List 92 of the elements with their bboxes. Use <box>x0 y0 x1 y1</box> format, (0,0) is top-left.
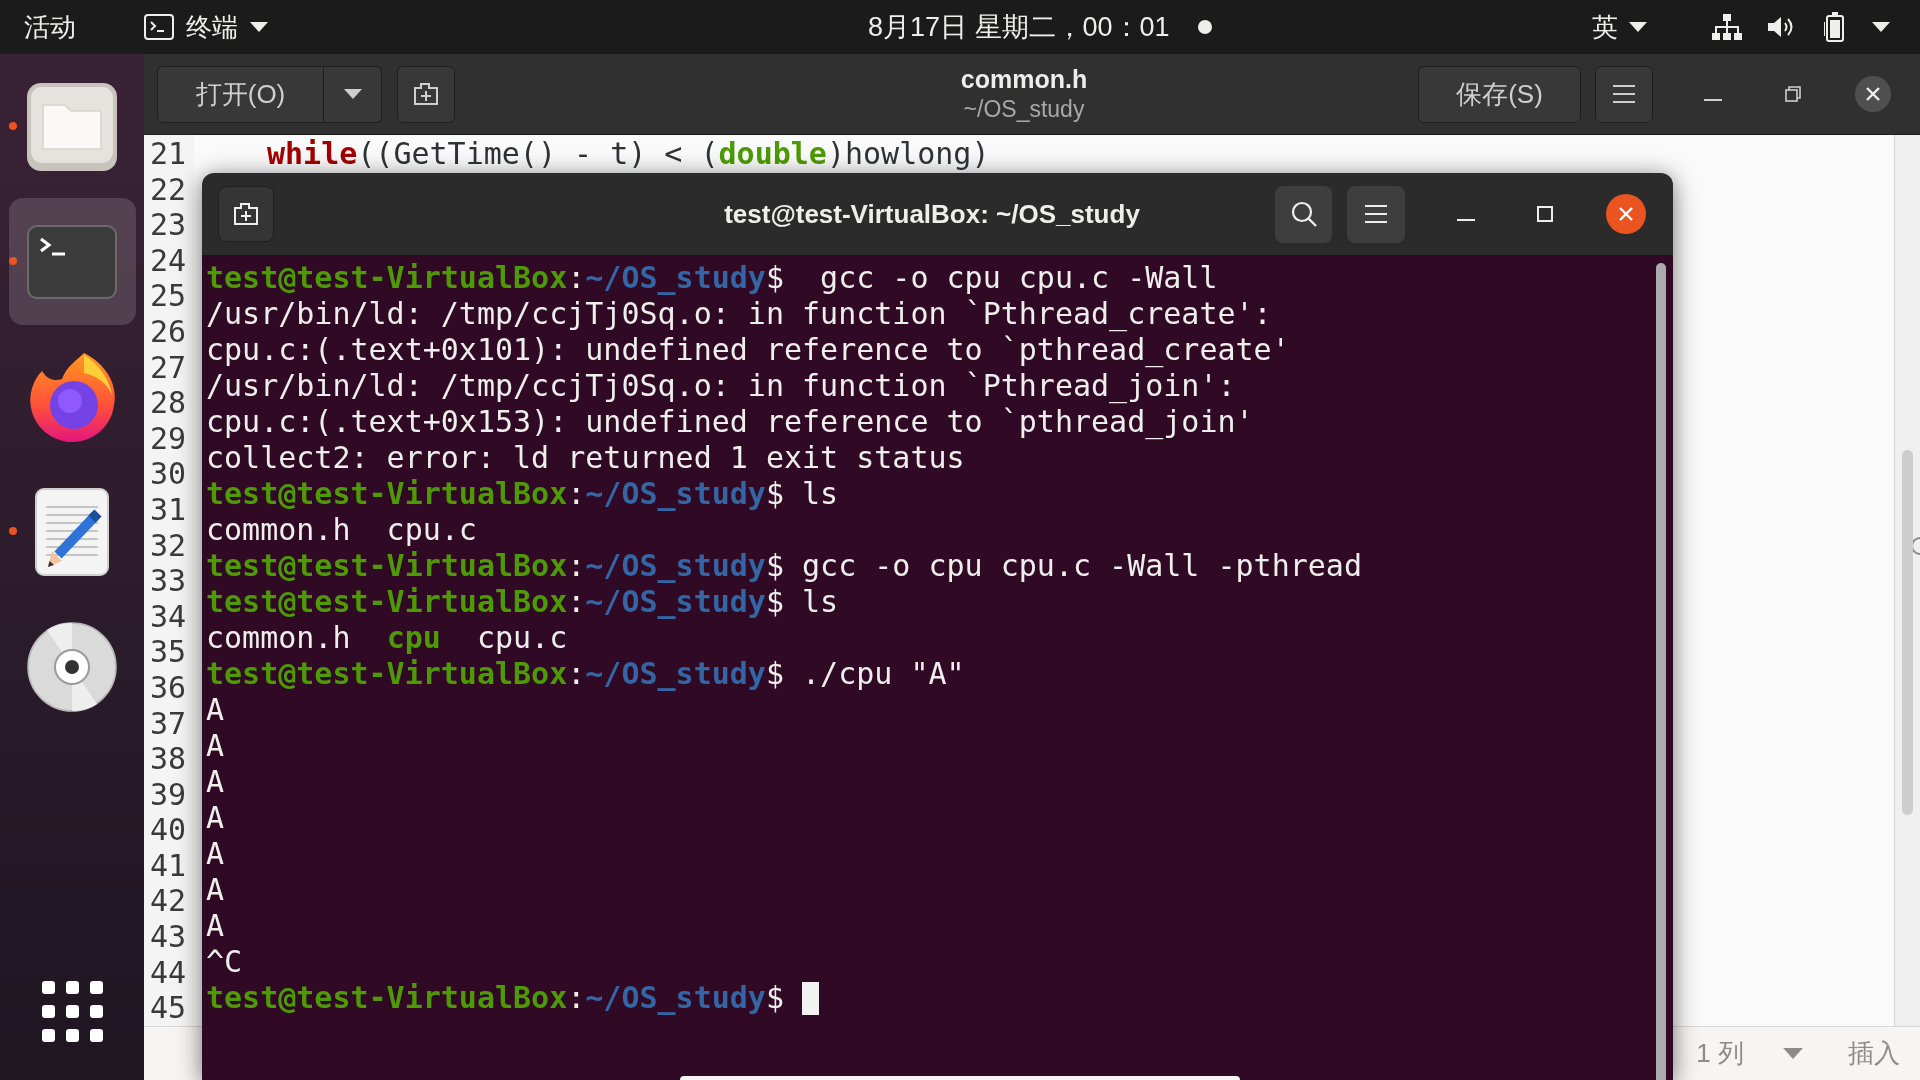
terminal-line: A <box>206 764 225 800</box>
caret-icon <box>1629 22 1647 32</box>
terminal-line: common.h cpu.c <box>206 512 477 548</box>
restore-icon <box>1785 86 1801 102</box>
terminal-line: A <box>206 728 225 764</box>
terminal-line: test@test-VirtualBox:~/OS_study$ ./cpu "A" <box>206 656 965 692</box>
terminal-line: test@test-VirtualBox:~/OS_study$ <box>206 980 784 1016</box>
line-number: 31 <box>148 491 187 528</box>
terminal-line: cpu.c:(.text+0x101): undefined reference to `pthread_create' <box>206 332 1290 368</box>
open-button[interactable]: 打开(O) <box>157 65 324 123</box>
menu-icon <box>1613 85 1635 103</box>
line-number: 34 <box>148 598 187 635</box>
line-number: 39 <box>148 776 187 813</box>
caret-icon <box>343 89 362 99</box>
tab-plus-icon <box>233 202 259 226</box>
open-menu-button[interactable] <box>324 65 382 123</box>
menu-button[interactable] <box>1347 185 1405 243</box>
line-number: 21 <box>148 136 187 172</box>
terminal-line: test@test-VirtualBox:~/OS_study$ gcc -o cpu cpu.c -Wall -pthread <box>206 548 1362 584</box>
caret-icon <box>1872 22 1890 32</box>
terminal-line: A <box>206 836 225 872</box>
disc-icon <box>27 621 117 712</box>
tab-plus-icon <box>413 82 439 106</box>
line-number: 25 <box>148 278 187 314</box>
save-button[interactable]: 保存(S) <box>1418 65 1581 123</box>
input-method-button[interactable]: 英 <box>1586 4 1653 50</box>
line-number: 45 <box>148 990 187 1026</box>
window-title: common.h <box>960 64 1088 94</box>
close-icon <box>1618 206 1634 222</box>
line-number: 29 <box>148 420 187 457</box>
terminal-line: A <box>206 908 225 944</box>
line-number: 42 <box>148 883 187 920</box>
search-button[interactable] <box>1275 185 1332 243</box>
network-icon <box>1712 14 1742 40</box>
line-number: 33 <box>148 563 187 599</box>
line-number: 26 <box>148 313 187 350</box>
terminal-line: A <box>206 692 225 728</box>
scrollbar-thumb[interactable] <box>1656 263 1666 1080</box>
line-number: 43 <box>148 919 187 955</box>
new-tab-button[interactable] <box>218 186 274 242</box>
line-number: 24 <box>148 242 187 279</box>
terminal-line: cpu.c:(.text+0x153): undefined reference to `pthread_join' <box>206 404 1254 440</box>
battery-icon <box>1824 12 1846 42</box>
minimize-icon <box>1704 99 1722 101</box>
grid-icon <box>41 980 103 1042</box>
minimize-icon <box>1457 219 1475 221</box>
terminal-line: common.h cpu cpu.c <box>206 620 568 656</box>
line-number: 44 <box>148 954 187 991</box>
caret-icon <box>250 22 268 32</box>
terminal-line: collect2: error: ld returned 1 exit status <box>206 440 965 476</box>
folder-icon <box>27 82 117 171</box>
line-number: 41 <box>148 847 187 884</box>
code-line: while((GetTime() - t) < (double)howlong) <box>267 136 990 172</box>
line-number: 30 <box>148 456 187 492</box>
terminal-line: test@test-VirtualBox:~/OS_study$ gcc -o cpu cpu.c -Wall <box>206 260 1218 296</box>
menu-button[interactable] <box>1595 65 1653 123</box>
terminal-icon <box>144 14 174 40</box>
terminal-line: /usr/bin/ld: /tmp/ccjTj0Sq.o: in function `Pthread_join': <box>206 368 1236 404</box>
line-number: 32 <box>148 527 187 564</box>
caret-icon <box>1783 1048 1803 1059</box>
activities-button[interactable]: 活动 <box>18 4 82 50</box>
terminal-line: test@test-VirtualBox:~/OS_study$ ls <box>206 476 839 512</box>
search-icon <box>1289 200 1318 228</box>
new-tab-button[interactable] <box>397 65 455 123</box>
clock-button[interactable]: 8月17日 星期二，00：01 <box>862 4 1218 50</box>
pencil-page-icon <box>34 486 110 577</box>
close-icon <box>1865 86 1881 102</box>
line-number: 23 <box>148 207 187 243</box>
terminal-line: ^C <box>206 944 243 980</box>
maximize-icon <box>1537 206 1553 222</box>
terminal-line: test@test-VirtualBox:~/OS_study$ ls <box>206 584 839 620</box>
line-number: 27 <box>148 349 187 386</box>
menu-icon <box>1365 205 1387 223</box>
close-button[interactable] <box>1606 194 1646 234</box>
ring-icon <box>1913 537 1920 555</box>
line-number: 38 <box>148 741 187 777</box>
line-number: 36 <box>148 669 187 706</box>
terminal-icon <box>27 224 117 299</box>
line-number: 22 <box>148 171 187 208</box>
app-menu-button[interactable]: 终端 <box>138 4 274 50</box>
line-number: 37 <box>148 705 187 742</box>
terminal-line: A <box>206 800 225 836</box>
terminal-line: A <box>206 872 225 908</box>
terminal-line: /usr/bin/ld: /tmp/ccjTj0Sq.o: in function `Pthread_create': <box>206 296 1272 332</box>
line-number: 40 <box>148 812 187 848</box>
line-number: 35 <box>148 634 187 670</box>
window-title: test@test-VirtualBox: ~/OS_study <box>724 197 1140 231</box>
window-subtitle: ~/OS_study <box>963 95 1085 124</box>
close-button[interactable] <box>1855 76 1891 112</box>
scrollbar-thumb[interactable] <box>1902 450 1913 815</box>
line-number: 28 <box>148 385 187 421</box>
status-text: 插入 <box>1848 1037 1900 1070</box>
